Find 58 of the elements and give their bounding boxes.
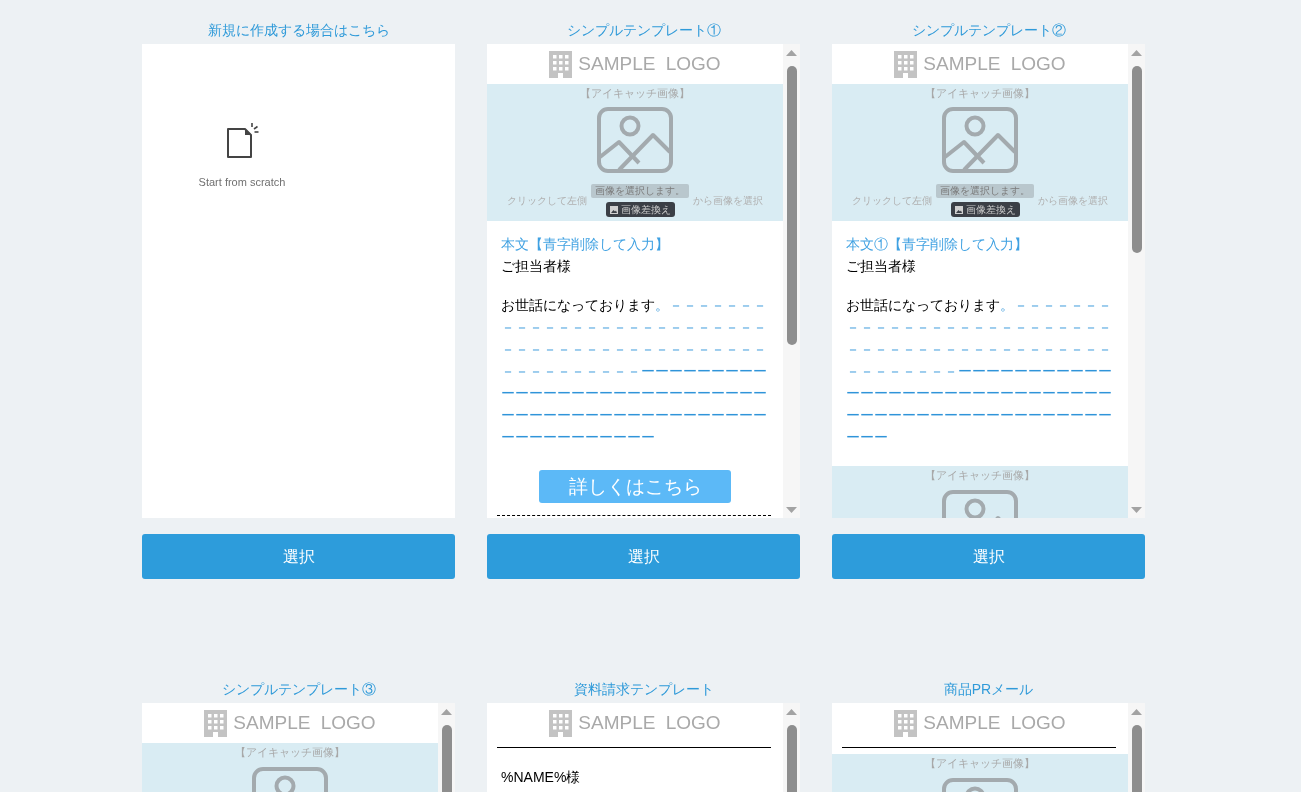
scroll-up-icon[interactable] [441,708,452,715]
scroll-up-icon[interactable] [1131,49,1142,56]
placeholder-label: 【アイキャッチ画像】 [925,756,1035,770]
card-title: 商品PRメール [942,680,1035,699]
blank-preview[interactable]: Start from scratch [142,44,455,518]
scroll-up-icon[interactable] [786,708,797,715]
logo-text: SAMPLE LOGO [578,52,721,76]
image-icon [609,205,618,214]
salutation-text: ご担当者様 [501,257,572,276]
building-icon [549,50,573,78]
image-icon [942,778,1018,792]
building-icon [894,709,918,737]
logo-text: SAMPLE LOGO [578,711,721,735]
card-title: シンプルテンプレート② [910,21,1067,40]
placeholder-label: 【アイキャッチ画像】 [925,468,1035,482]
logo-text: SAMPLE LOGO [923,52,1066,76]
logo-text: SAMPLE LOGO [923,711,1066,735]
new-file-icon [225,122,259,158]
building-icon [549,709,573,737]
scrollbar-thumb[interactable] [441,725,452,792]
card-title: 資料請求テンプレート [572,680,715,699]
body-heading: 本文【青字削除して入力】 [501,235,670,254]
image-icon [942,490,1018,518]
card-title: シンプルテンプレート① [565,21,722,40]
scrollbar-thumb[interactable] [786,725,797,792]
salutation-text: ご担当者様 [846,257,917,276]
body-paragraph: お世話になっております。－－－－－－－－－－－－－－－－－－－－－－－－－－－－－－－－－－－－－－－－－－－－－－－－－－－－－－－ーーーーーーーーーーーーーーーーーーーーーーーーーーーーーーーーーーーーーーーーーーーーーーーーーーーーーーーーーー [501,296,768,447]
scroll-up-icon[interactable] [1131,708,1142,715]
scroll-down-icon[interactable] [786,506,797,513]
scrollbar-thumb[interactable] [1131,66,1142,253]
building-icon [204,709,228,737]
scroll-down-icon[interactable] [1131,506,1142,513]
caption-text: Start from scratch [198,175,286,189]
replace-image-button[interactable]: 画像差換え [950,202,1020,217]
card-title: シンプルテンプレート③ [220,680,377,699]
image-icon [954,205,963,214]
logo-text: SAMPLE LOGO [233,711,376,735]
image-icon [252,767,328,792]
replace-image-button[interactable]: 画像差換え [605,202,675,217]
salutation-text: %NAME%様 [501,768,582,787]
details-button[interactable]: 詳しくはこちら [539,470,731,503]
card-title: 新規に作成する場合はこちら [206,21,391,40]
scrollbar-thumb[interactable] [786,66,797,345]
body-heading: 本文①【青字削除して入力】 [846,235,1029,254]
body-paragraph: お世話になっております。－－－－－－－－－－－－－－－－－－－－－－－－－－－－－－－－－－－－－－－－－－－－－－－－－－－－－ーーーーーーーーーーーーーーーーーーーーーーーーーーーーーーーーーーーーーーーーーーーーーーーーーーーー [846,296,1113,447]
image-icon [597,107,673,173]
scroll-up-icon[interactable] [786,49,797,56]
select-button[interactable]: 選択 [142,534,455,579]
scrollbar-thumb[interactable] [1131,725,1142,792]
select-button[interactable]: 選択 [487,534,800,579]
select-button[interactable]: 選択 [832,534,1145,579]
select-image-label: 画像を選択します。 [591,184,689,198]
placeholder-label: 【アイキャッチ画像】 [580,86,690,100]
select-image-label: 画像を選択します。 [936,184,1034,198]
placeholder-label: 【アイキャッチ画像】 [235,745,345,759]
building-icon [894,50,918,78]
placeholder-label: 【アイキャッチ画像】 [925,86,1035,100]
image-icon [942,107,1018,173]
